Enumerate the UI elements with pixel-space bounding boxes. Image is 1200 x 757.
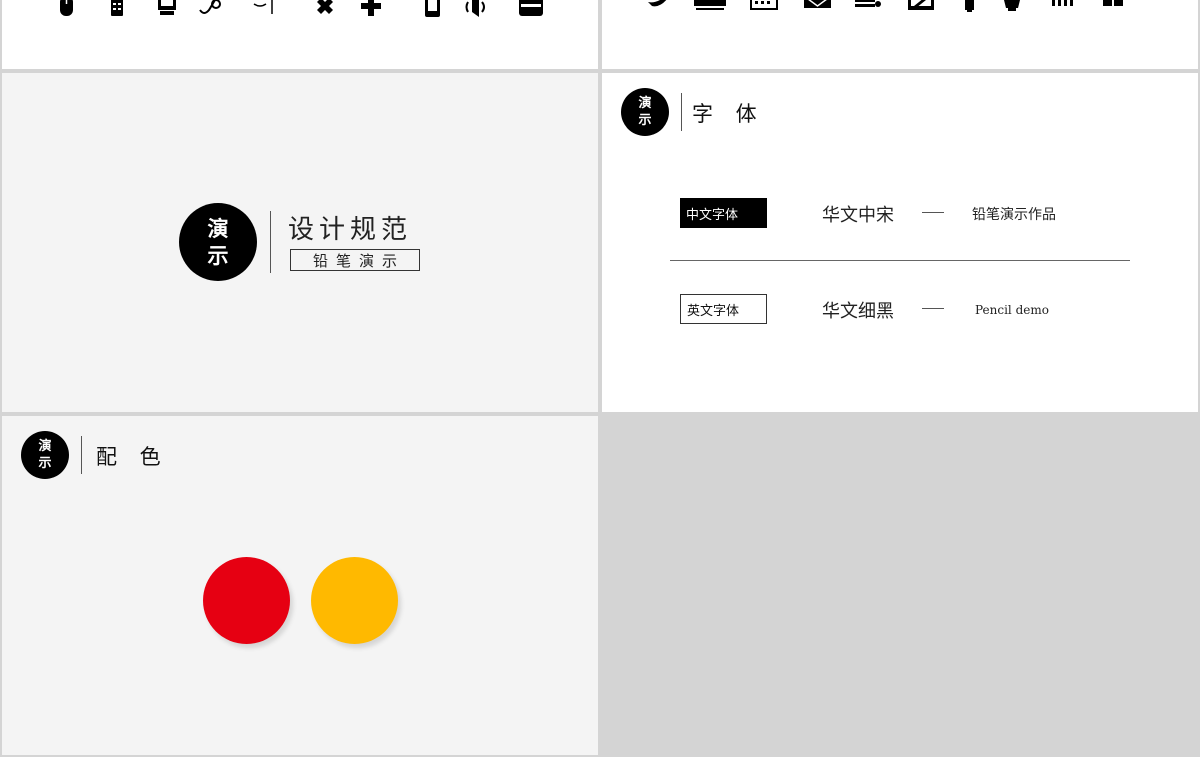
battery-icon bbox=[965, 0, 974, 12]
section-title: 配 色 bbox=[96, 445, 169, 469]
title-divider bbox=[81, 436, 82, 474]
logo-badge: 演 示 bbox=[21, 431, 69, 479]
logo-char-2: 示 bbox=[38, 456, 52, 471]
slide-colors: 演 示 配 色 bbox=[2, 416, 598, 755]
edit-icon bbox=[908, 0, 934, 10]
logo-char-2: 示 bbox=[638, 113, 652, 128]
icon-strip-1 bbox=[60, 0, 543, 17]
font-name-english: 华文细黑 bbox=[822, 301, 894, 322]
logo-char-2: 示 bbox=[207, 243, 229, 268]
icon-strip-2 bbox=[648, 0, 1123, 12]
slide-cover: 演 示 设计规范 铅笔演示 bbox=[2, 73, 598, 412]
font-demo-english: Pencil demo bbox=[975, 303, 1049, 317]
speaker-icon bbox=[465, 0, 485, 17]
font-demo-chinese: 铅笔演示作品 bbox=[972, 207, 1056, 223]
color-swatch-red bbox=[203, 557, 290, 644]
mouse-icon bbox=[60, 0, 73, 16]
printer-icon bbox=[519, 0, 543, 16]
title-divider bbox=[270, 211, 271, 273]
mail-icon bbox=[804, 0, 831, 8]
slide-icons-1 bbox=[2, 0, 598, 69]
link-icon bbox=[199, 0, 221, 14]
logo-badge: 演 示 bbox=[179, 203, 257, 281]
font-tag-english: 英文字体 bbox=[680, 294, 767, 324]
monitor-icon bbox=[694, 0, 726, 10]
computer-icon bbox=[158, 0, 176, 15]
dash-separator bbox=[922, 308, 944, 309]
key-icon bbox=[855, 0, 881, 7]
font-tag-chinese: 中文字体 bbox=[680, 198, 767, 228]
cover-subtitle: 铅笔演示 bbox=[290, 249, 420, 271]
logo-char-1: 演 bbox=[38, 439, 52, 454]
pin-icon bbox=[253, 0, 273, 14]
slide-icons-2 bbox=[602, 0, 1198, 69]
bulb-icon bbox=[1004, 0, 1020, 11]
row-divider bbox=[670, 260, 1130, 261]
phone-icon bbox=[425, 0, 440, 17]
plus-icon bbox=[361, 0, 381, 16]
dash-separator bbox=[922, 212, 944, 213]
close-x-icon bbox=[317, 0, 333, 14]
logo-badge: 演 示 bbox=[621, 88, 669, 136]
font-name-chinese: 华文中宋 bbox=[822, 205, 894, 226]
remote-icon bbox=[111, 0, 123, 16]
barcode-icon bbox=[1052, 0, 1073, 6]
logo-char-1: 演 bbox=[638, 96, 652, 111]
logo-char-1: 演 bbox=[207, 216, 229, 241]
section-title: 字 体 bbox=[692, 102, 765, 126]
grid-icon bbox=[1103, 0, 1123, 6]
calendar-icon bbox=[750, 0, 778, 10]
color-swatch-yellow bbox=[311, 557, 398, 644]
cover-title: 设计规范 bbox=[288, 215, 413, 245]
slide-fonts: 演 示 字 体 中文字体 华文中宋 铅笔演示作品 英文字体 华文细黑 Penci… bbox=[602, 73, 1198, 412]
title-divider bbox=[681, 93, 682, 131]
brush-icon bbox=[648, 0, 667, 7]
